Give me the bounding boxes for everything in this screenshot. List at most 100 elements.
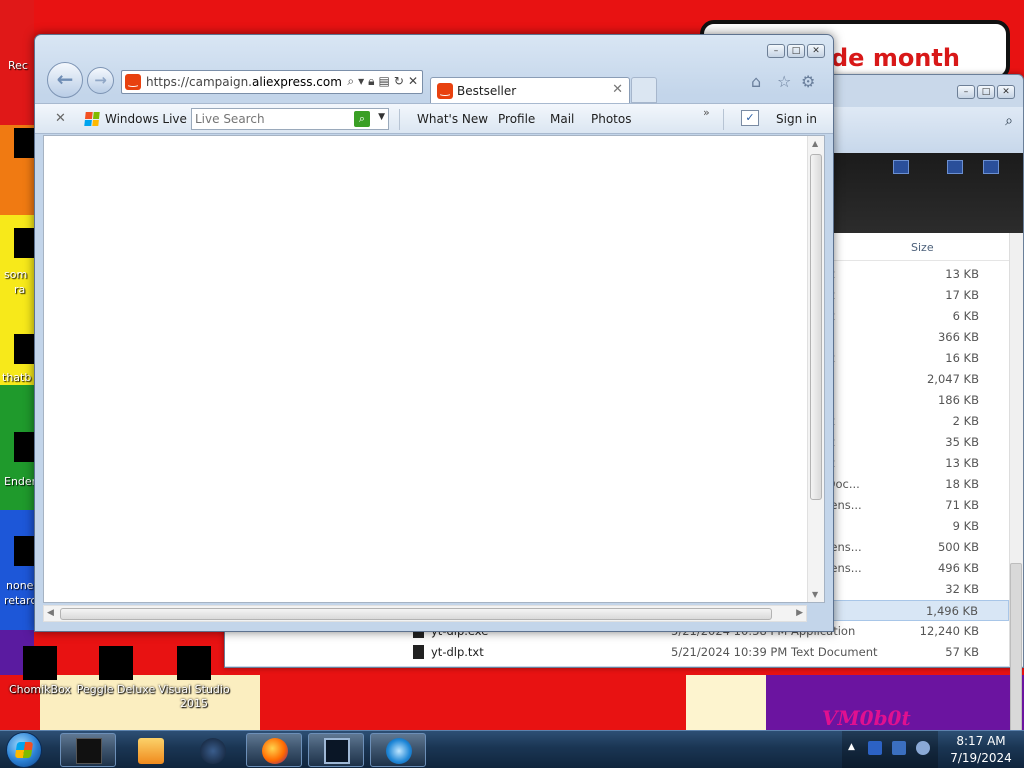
desktop-icon-label[interactable]: som [4, 268, 27, 281]
desktop-icon[interactable] [14, 228, 34, 258]
minimize-button[interactable]: – [957, 85, 975, 99]
ie-caption-buttons: – □ ✕ [767, 44, 825, 58]
file-size: 500 KB [937, 540, 979, 554]
tab-close-icon[interactable]: ✕ [612, 82, 623, 97]
address-bar[interactable]: ‿ https://campaign.aliexpress.com ⌕ ▾ 🔒︎… [121, 70, 423, 94]
address-tools: ⌕ ▾ 🔒︎ ▤ ↻ ✕ [347, 74, 418, 89]
checkbox-icon[interactable]: ✓ [741, 110, 759, 126]
tray-app-icon[interactable] [868, 741, 882, 755]
tab-title: Bestseller [457, 84, 517, 98]
help-icon[interactable] [983, 160, 999, 174]
file-size: 17 KB [945, 288, 979, 302]
back-button[interactable]: ← [47, 62, 83, 98]
link-whats-new[interactable]: What's New [417, 112, 488, 126]
scroll-up-icon[interactable]: ▲ [812, 139, 818, 148]
taskbar-button[interactable] [308, 733, 364, 767]
chevron-down-icon[interactable]: ▼ [378, 112, 385, 122]
file-size: 1,496 KB [925, 604, 978, 618]
internet-explorer-window[interactable]: – □ ✕ ← → ‿ https://campaign.aliexpress.… [34, 34, 834, 632]
live-search-box[interactable]: ⌕ ▼ [191, 108, 389, 130]
scroll-down-icon[interactable]: ▼ [812, 590, 818, 599]
file-size: 18 KB [945, 477, 979, 491]
address-url[interactable]: https://campaign.aliexpress.com [146, 75, 342, 89]
start-button[interactable] [6, 732, 42, 768]
link-photos[interactable]: Photos [591, 112, 631, 126]
file-size: 6 KB [952, 309, 979, 323]
taskbar-button[interactable] [60, 733, 116, 767]
favorites-star-icon[interactable]: ☆ [777, 72, 791, 91]
address-url-domain: aliexpress.com [252, 75, 342, 89]
search-go-icon[interactable]: ⌕ [354, 111, 370, 127]
desktop-icon-label[interactable]: retarc [4, 594, 36, 607]
wallpaper-banner-text: de month [831, 44, 960, 72]
firefox-icon [262, 738, 288, 764]
desktop-icon-label[interactable]: Rec [8, 59, 28, 72]
windows-live-label[interactable]: Windows Live [105, 112, 187, 126]
horizontal-scrollbar[interactable]: ◀ ▶ [43, 605, 807, 622]
new-tab-button[interactable] [631, 77, 657, 103]
gear-icon[interactable]: ⚙ [801, 72, 815, 91]
maximize-button[interactable]: □ [787, 44, 805, 58]
file-size: 32 KB [945, 582, 979, 596]
desktop-icon-label[interactable]: thatb [2, 371, 31, 384]
link-mail[interactable]: Mail [550, 112, 574, 126]
tab-bestseller[interactable]: ‿ Bestseller ✕ [430, 77, 630, 103]
close-toolbar-icon[interactable]: ✕ [55, 111, 66, 126]
taskbar-button[interactable] [184, 733, 240, 767]
dropdown-icon[interactable]: ▾ [358, 74, 364, 89]
file-row[interactable]: yt-dlp.txt 5/21/2024 10:39 PM Text Documen… [225, 642, 1009, 663]
desktop-icon-label[interactable]: ra [14, 283, 25, 296]
column-header-size[interactable]: Size [911, 241, 934, 254]
network-icon[interactable] [892, 741, 906, 755]
close-button[interactable]: ✕ [997, 85, 1015, 99]
preview-pane-icon[interactable] [947, 160, 963, 174]
forward-button[interactable]: → [87, 67, 114, 94]
search-icon[interactable]: ⌕ [347, 74, 354, 89]
desktop-icon-peggle-deluxe[interactable]: Peggle Deluxe [76, 646, 156, 697]
close-button[interactable]: ✕ [807, 44, 825, 58]
volume-icon[interactable] [916, 741, 930, 755]
file-size: 2,047 KB [926, 372, 979, 386]
desktop-icon[interactable] [14, 432, 34, 462]
clock[interactable]: 8:17 AM 7/19/2024 [938, 731, 1024, 768]
chomikbox-icon [23, 646, 57, 680]
minimize-button[interactable]: – [767, 44, 785, 58]
taskbar-button[interactable] [246, 733, 302, 767]
show-hidden-icons-icon[interactable]: ▲ [848, 742, 855, 752]
taskbar-button[interactable] [370, 733, 426, 767]
desktop-icon-label[interactable]: none [6, 579, 33, 592]
scrollbar-thumb[interactable] [60, 608, 772, 620]
refresh-icon[interactable]: ↻ [394, 74, 404, 89]
desktop-icon-label: ChomikBox [9, 683, 71, 696]
link-profile[interactable]: Profile [498, 112, 535, 126]
desktop-icon-visual-studio[interactable]: Visual Studio 2015 [154, 646, 234, 711]
clock-time: 8:17 AM [956, 734, 1006, 748]
explorer-scrollbar[interactable] [1009, 233, 1023, 763]
desktop-icon[interactable] [14, 128, 34, 158]
stop-icon[interactable]: ✕ [408, 74, 418, 89]
scroll-left-icon[interactable]: ◀ [47, 608, 54, 618]
search-icon[interactable]: ⌕ [1005, 113, 1013, 129]
view-icon[interactable] [893, 160, 909, 174]
scrollbar-thumb[interactable] [810, 154, 822, 500]
live-search-input[interactable] [195, 112, 355, 126]
desktop-icon-label[interactable]: Ender [4, 475, 36, 488]
lock-icon[interactable]: 🔒︎ [368, 74, 374, 89]
overflow-chevron-icon[interactable]: » [703, 106, 710, 119]
sign-in-link[interactable]: Sign in [776, 112, 817, 126]
vertical-scrollbar[interactable]: ▲ ▼ [807, 136, 824, 602]
compatibility-view-icon[interactable]: ▤ [379, 74, 390, 89]
desktop-icon[interactable] [14, 536, 34, 566]
windows-live-toolbar: ✕ Windows Live ⌕ ▼ What's New Profile Ma… [35, 103, 833, 134]
home-icon[interactable]: ⌂ [751, 72, 761, 91]
media-player-icon [138, 738, 164, 764]
desktop-icon-label: Peggle Deluxe [76, 683, 156, 696]
globe-icon [200, 738, 226, 764]
scroll-right-icon[interactable]: ▶ [796, 608, 803, 618]
maximize-button[interactable]: □ [977, 85, 995, 99]
desktop-icon[interactable] [14, 334, 34, 364]
page-content[interactable]: ▲ ▼ [43, 135, 825, 603]
desktop-icon-chomikbox[interactable]: ChomikBox [0, 646, 80, 697]
taskbar-button[interactable] [122, 733, 178, 767]
file-size: 9 KB [952, 519, 979, 533]
